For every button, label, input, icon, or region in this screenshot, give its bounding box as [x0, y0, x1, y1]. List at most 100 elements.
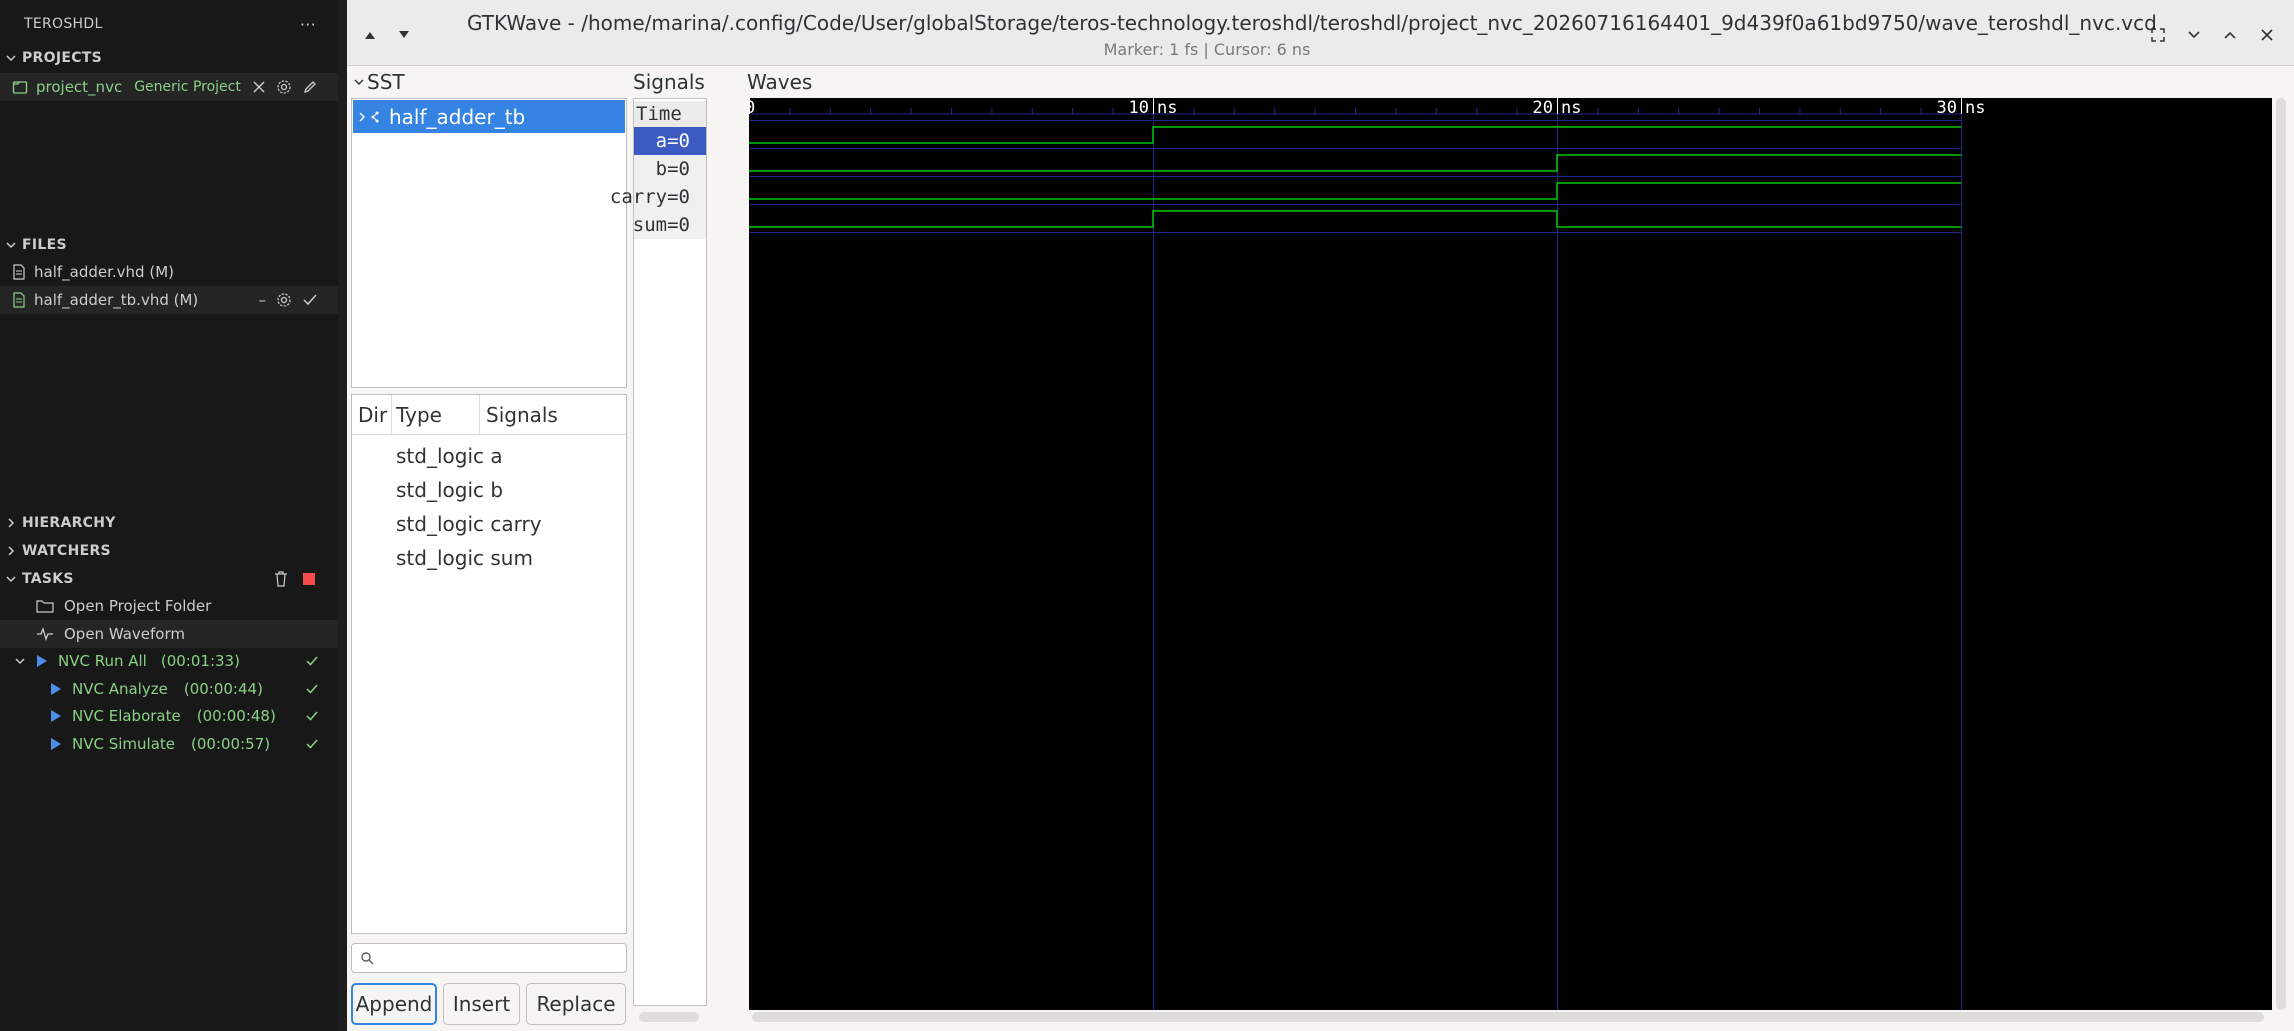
waves-hscrollbar[interactable] — [752, 1012, 2264, 1022]
tree-item-label: half_adder_tb — [389, 104, 526, 129]
signal-value-a[interactable]: a=0 — [634, 127, 706, 155]
play-icon[interactable] — [36, 654, 48, 668]
more-actions-icon[interactable]: ··· — [300, 15, 316, 34]
maximize-icon[interactable] — [2219, 24, 2241, 46]
play-icon[interactable] — [50, 709, 62, 723]
signal-row-b[interactable]: std_logic b — [396, 473, 503, 507]
fullscreen-icon[interactable] — [2147, 24, 2169, 46]
chevron-down-icon — [0, 239, 22, 251]
task-duration: (00:01:33) — [160, 652, 240, 670]
insert-button[interactable]: Insert — [443, 983, 520, 1025]
chevron-down-icon — [354, 79, 364, 85]
project-item[interactable]: project_nvc Generic Project — [0, 73, 338, 101]
hierarchy-section-header[interactable]: HIERARCHY — [0, 509, 338, 537]
time-unit-label: ns — [1965, 98, 1985, 118]
watchers-section-header[interactable]: WATCHERS — [0, 537, 338, 565]
file-name: half_adder.vhd (M) — [34, 263, 174, 281]
time-unit-label: ns — [1157, 98, 1177, 118]
signal-value-b[interactable]: b=0 — [634, 155, 706, 183]
tree-item-half-adder-tb[interactable]: half_adder_tb — [353, 100, 625, 133]
signal-search-field[interactable] — [351, 943, 627, 973]
minus-icon[interactable]: – — [259, 291, 267, 309]
open-waveform-task[interactable]: Open Waveform — [0, 620, 338, 648]
trash-icon[interactable] — [274, 571, 288, 587]
minimize-icon[interactable] — [2183, 24, 2205, 46]
sst-signal-list[interactable]: Dir Type Signals std_logic a std_logic b… — [351, 394, 627, 934]
waves-vscrollbar[interactable] — [2276, 98, 2286, 1010]
tasks-header-label: TASKS — [22, 571, 74, 587]
signal-name: b — [490, 478, 504, 502]
column-dir[interactable]: Dir — [352, 395, 392, 434]
waveform-plot[interactable]: 0 10 ns 20 ns 30 ns — [749, 98, 2272, 1010]
arrow-down-icon[interactable] — [393, 24, 415, 46]
signal-row-a[interactable]: std_logic a — [396, 439, 503, 473]
sst-tree[interactable]: half_adder_tb — [351, 98, 627, 388]
file-name: half_adder_tb.vhd (M) — [34, 291, 199, 309]
analyze-task[interactable]: NVC Analyze (00:00:44) — [0, 675, 338, 703]
projects-section-header[interactable]: PROJECTS — [0, 44, 338, 72]
files-header-label: FILES — [22, 237, 67, 253]
close-project-icon[interactable] — [252, 80, 266, 94]
sst-label: SST — [367, 70, 405, 94]
search-input[interactable] — [380, 948, 614, 968]
files-section-header[interactable]: FILES — [0, 231, 338, 259]
chevron-right-icon[interactable] — [357, 111, 367, 123]
open-project-folder-task[interactable]: Open Project Folder — [0, 592, 338, 620]
signal-type: std_logic — [396, 478, 484, 502]
gtkwave-window: GTKWave - /home/marina/.config/Code/User… — [347, 0, 2294, 1031]
check-icon — [306, 738, 318, 750]
stop-icon[interactable] — [302, 572, 316, 586]
sidebar-title-row: TEROSHDL ··· — [0, 10, 338, 38]
signal-value-carry[interactable]: carry=0 — [610, 183, 706, 211]
signal-value-sum[interactable]: sum=0 — [633, 211, 706, 239]
signals-label: Signals — [633, 70, 705, 94]
chevron-down-icon — [0, 52, 22, 64]
waves-canvas[interactable]: 0 10 ns 20 ns 30 ns — [749, 98, 2272, 1010]
run-all-task[interactable]: NVC Run All (00:01:33) — [0, 647, 338, 675]
file-item-selected[interactable]: half_adder_tb.vhd (M) – — [0, 286, 338, 314]
signals-panel[interactable]: Time a=0 b=0 carry=0 sum=0 — [610, 98, 707, 1006]
chevron-down-icon — [14, 655, 26, 667]
simulate-task[interactable]: NVC Simulate (00:00:57) — [0, 730, 338, 758]
gear-icon[interactable] — [276, 292, 292, 308]
append-button[interactable]: Append — [351, 983, 437, 1025]
testbench-file-icon — [12, 292, 26, 308]
file-item[interactable]: half_adder.vhd (M) — [0, 258, 338, 286]
play-icon[interactable] — [50, 737, 62, 751]
project-name: project_nvc — [36, 78, 123, 96]
replace-button[interactable]: Replace — [526, 983, 626, 1025]
task-duration: (00:00:57) — [191, 735, 271, 753]
check-icon[interactable] — [302, 292, 318, 308]
waves-label: Waves — [747, 70, 813, 94]
sst-expander[interactable]: SST — [353, 70, 405, 94]
chevron-down-icon — [0, 573, 22, 585]
task-duration: (00:00:44) — [183, 680, 263, 698]
title-bar[interactable]: GTKWave - /home/marina/.config/Code/User… — [347, 0, 2294, 66]
teroshdl-sidebar: TEROSHDL ··· PROJECTS project_nvc Generi… — [0, 0, 338, 1031]
gear-icon[interactable] — [276, 79, 292, 95]
sidebar-title: TEROSHDL — [24, 16, 103, 32]
column-type[interactable]: Type — [392, 395, 480, 434]
column-signals[interactable]: Signals — [480, 395, 626, 434]
signal-row-sum[interactable]: std_logic sum — [396, 541, 533, 575]
time-label: 30 — [1937, 98, 1957, 118]
elaborate-task[interactable]: NVC Elaborate (00:00:48) — [0, 702, 338, 730]
task-name: NVC Analyze — [72, 680, 168, 698]
arrow-up-icon[interactable] — [359, 24, 381, 46]
chevron-right-icon — [0, 545, 22, 557]
tasks-section-header[interactable]: TASKS — [0, 565, 338, 593]
signal-row-carry[interactable]: std_logic carry — [396, 507, 542, 541]
search-icon — [360, 951, 374, 965]
play-icon[interactable] — [50, 682, 62, 696]
close-icon[interactable] — [2256, 24, 2278, 46]
edit-icon[interactable] — [302, 79, 318, 95]
time-unit-label: ns — [1561, 98, 1581, 118]
projects-header-label: PROJECTS — [22, 50, 103, 66]
signal-name: sum — [490, 546, 533, 570]
signals-hscrollbar[interactable] — [639, 1012, 699, 1022]
signal-type: std_logic — [396, 444, 484, 468]
task-label: Open Waveform — [64, 625, 185, 643]
task-label: Open Project Folder — [64, 597, 212, 615]
time-header: Time — [634, 101, 706, 127]
signal-list-header: Dir Type Signals — [352, 395, 626, 435]
